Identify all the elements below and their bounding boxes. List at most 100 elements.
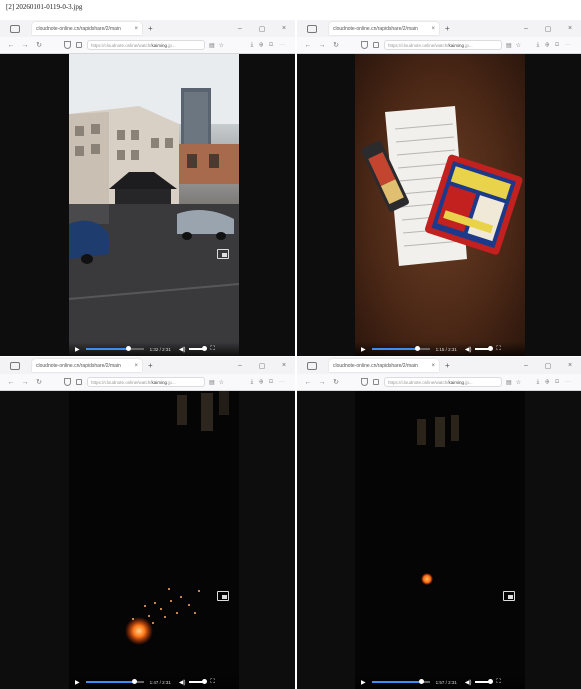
reload-icon[interactable]: ↻ — [329, 378, 343, 386]
maximize-button[interactable]: ▢ — [251, 362, 273, 370]
address-bar[interactable]: https://cloudnote.online/watch/kaiming .j… — [384, 40, 502, 50]
tab-title: cloudnote-online.cn/rapidshare/2/main — [333, 25, 418, 32]
browser-tab-icon[interactable] — [10, 361, 20, 370]
navigation-bar: ← → ↻ https://cloudnote.online/watch/kai… — [0, 374, 295, 391]
toolbar-icons[interactable]: ⤓⊕⊡⋯ — [251, 379, 291, 386]
back-arrow-icon[interactable]: ← — [4, 42, 18, 49]
video-player[interactable]: ▶ 1:57 / 2:31 ◀) ⛶ — [355, 391, 525, 689]
reader-bookmark-icons[interactable]: ▤☆ — [506, 42, 525, 49]
browser-tab[interactable]: cloudnote-online.cn/rapidshare/2/main × — [329, 359, 439, 372]
forward-arrow-icon[interactable]: → — [315, 379, 329, 386]
reload-icon[interactable]: ↻ — [32, 41, 46, 49]
fullscreen-icon[interactable]: ⛶ — [497, 679, 501, 686]
video-player[interactable]: ▶ 1:15 / 2:31 ◀) ⛶ — [355, 54, 525, 356]
time-display: 1:15 / 2:31 — [435, 346, 457, 352]
volume-icon[interactable]: ◀) — [465, 679, 472, 686]
toolbar-icons[interactable]: ⤓⊕⊡⋯ — [251, 42, 291, 49]
volume-icon[interactable]: ◀) — [179, 679, 186, 686]
lock-icon[interactable] — [76, 379, 82, 385]
close-tab-icon[interactable]: × — [431, 363, 435, 369]
picture-in-picture-icon[interactable] — [217, 591, 229, 601]
forward-arrow-icon[interactable]: → — [18, 42, 32, 49]
close-tab-icon[interactable]: × — [134, 363, 138, 369]
volume-slider[interactable] — [474, 346, 493, 351]
minimize-button[interactable]: – — [515, 362, 537, 369]
video-player[interactable]: ▶ 1:32 / 2:31 ◀) ⛶ — [69, 54, 239, 356]
close-tab-icon[interactable]: × — [134, 26, 138, 32]
shield-icon[interactable] — [361, 378, 368, 386]
play-icon[interactable]: ▶ — [75, 679, 80, 686]
progress-bar[interactable] — [85, 679, 144, 684]
page-content: ▶ 1:15 / 2:31 ◀) ⛶ — [297, 54, 581, 356]
play-icon[interactable]: ▶ — [361, 346, 366, 353]
volume-icon[interactable]: ◀) — [179, 346, 186, 353]
progress-bar[interactable] — [371, 346, 430, 351]
reader-bookmark-icons[interactable]: ▤☆ — [506, 379, 525, 386]
table-scene — [361, 106, 523, 266]
url-prefix: https://cloudnote.online/watch/ — [91, 42, 152, 48]
address-bar[interactable]: https://cloudnote.online/watch/kaiming .j… — [87, 377, 205, 387]
new-tab-icon[interactable]: + — [445, 24, 450, 33]
forward-arrow-icon[interactable]: → — [18, 379, 32, 386]
url-host: kaiming — [151, 42, 168, 48]
progress-bar[interactable] — [85, 346, 144, 351]
minimize-button[interactable]: – — [229, 25, 251, 32]
browser-tab-icon[interactable] — [307, 24, 317, 33]
url-host: kaiming — [151, 379, 168, 385]
shield-icon[interactable] — [361, 41, 368, 49]
close-window-button[interactable]: × — [559, 362, 581, 369]
volume-slider[interactable] — [474, 679, 493, 684]
fullscreen-icon[interactable]: ⛶ — [497, 346, 501, 353]
page-content: ▶ 1:47 / 2:31 ◀) ⛶ — [0, 391, 295, 689]
back-arrow-icon[interactable]: ← — [301, 379, 315, 386]
new-tab-icon[interactable]: + — [148, 24, 153, 33]
lock-icon[interactable] — [373, 379, 379, 385]
volume-icon[interactable]: ◀) — [465, 346, 472, 353]
back-arrow-icon[interactable]: ← — [301, 42, 315, 49]
close-window-button[interactable]: × — [559, 25, 581, 32]
navigation-bar: ← → ↻ https://cloudnote.online/watch/kai… — [0, 37, 295, 54]
navigation-bar: ← → ↻ https://cloudnote.online/watch/kai… — [297, 37, 581, 54]
toolbar-icons[interactable]: ⤓⊕⊡⋯ — [537, 42, 577, 49]
address-bar[interactable]: https://cloudnote.online/watch/kaiming .j… — [87, 40, 205, 50]
maximize-button[interactable]: ▢ — [537, 362, 559, 370]
browser-tab[interactable]: cloudnote-online.cn/rapidshare/2/main × — [32, 22, 142, 35]
reload-icon[interactable]: ↻ — [329, 41, 343, 49]
picture-in-picture-icon[interactable] — [503, 591, 515, 601]
url-host: kaiming — [448, 42, 465, 48]
progress-bar[interactable] — [371, 679, 430, 684]
toolbar-icons[interactable]: ⤓⊕⊡⋯ — [537, 379, 577, 386]
browser-tab-icon[interactable] — [10, 24, 20, 33]
fullscreen-icon[interactable]: ⛶ — [211, 346, 215, 353]
maximize-button[interactable]: ▢ — [251, 25, 273, 33]
reload-icon[interactable]: ↻ — [32, 378, 46, 386]
video-player[interactable]: ▶ 1:47 / 2:31 ◀) ⛶ — [69, 391, 239, 689]
minimize-button[interactable]: – — [515, 25, 537, 32]
volume-slider[interactable] — [188, 679, 207, 684]
close-window-button[interactable]: × — [273, 25, 295, 32]
play-icon[interactable]: ▶ — [75, 346, 80, 353]
play-icon[interactable]: ▶ — [361, 679, 366, 686]
shield-icon[interactable] — [64, 41, 71, 49]
address-bar[interactable]: https://cloudnote.online/watch/kaiming .j… — [384, 377, 502, 387]
video-controls: ▶ 1:47 / 2:31 ◀) ⛶ — [69, 675, 239, 689]
close-tab-icon[interactable]: × — [431, 26, 435, 32]
forward-arrow-icon[interactable]: → — [315, 42, 329, 49]
new-tab-icon[interactable]: + — [148, 361, 153, 370]
close-window-button[interactable]: × — [273, 362, 295, 369]
maximize-button[interactable]: ▢ — [537, 25, 559, 33]
back-arrow-icon[interactable]: ← — [4, 379, 18, 386]
fullscreen-icon[interactable]: ⛶ — [211, 679, 215, 686]
reader-bookmark-icons[interactable]: ▤☆ — [209, 379, 228, 386]
reader-bookmark-icons[interactable]: ▤☆ — [209, 42, 228, 49]
browser-tab-icon[interactable] — [307, 361, 317, 370]
browser-tab[interactable]: cloudnote-online.cn/rapidshare/2/main × — [32, 359, 142, 372]
lock-icon[interactable] — [76, 42, 82, 48]
new-tab-icon[interactable]: + — [445, 361, 450, 370]
picture-in-picture-icon[interactable] — [217, 249, 229, 259]
browser-tab[interactable]: cloudnote-online.cn/rapidshare/2/main × — [329, 22, 439, 35]
volume-slider[interactable] — [188, 346, 207, 351]
minimize-button[interactable]: – — [229, 362, 251, 369]
shield-icon[interactable] — [64, 378, 71, 386]
lock-icon[interactable] — [373, 42, 379, 48]
